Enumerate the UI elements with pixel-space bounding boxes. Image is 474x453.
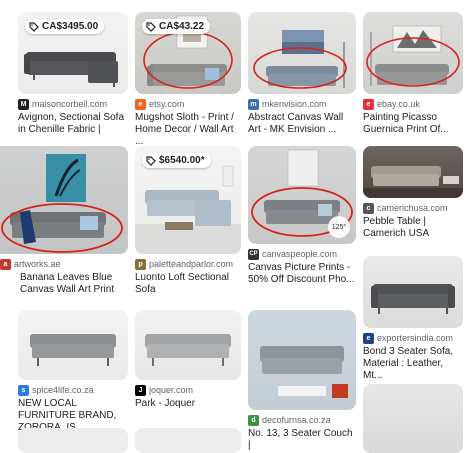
source-row[interactable]: s spice4life.co.za <box>18 384 128 396</box>
decofurnsa-favicon-icon: d <box>248 414 259 426</box>
result-image[interactable] <box>135 428 241 453</box>
result-title[interactable]: Painting Picasso Guernica Print Of... <box>363 112 463 136</box>
source-row[interactable]: e ebay.co.uk <box>363 98 463 110</box>
grey-sofa-illustration <box>30 334 116 366</box>
result-card-joquer[interactable]: J joquer.com Park - Joquer <box>135 310 241 410</box>
result-card-spice4life[interactable]: s spice4life.co.za NEW LOCAL FURNITURE B… <box>18 310 128 434</box>
result-image[interactable] <box>18 310 128 380</box>
couch-ad-illustration <box>260 346 348 398</box>
price-text: CA$3495.00 <box>42 21 99 32</box>
canvaspeople-favicon-icon: CP <box>248 248 259 260</box>
source-domain: camerichusa.com <box>377 203 448 213</box>
result-image[interactable] <box>363 256 463 328</box>
source-row[interactable]: m mkenvision.com <box>248 98 356 110</box>
rotation-badge: 125° <box>328 216 350 238</box>
result-card-partial[interactable] <box>135 428 241 453</box>
paletteandparlor-favicon-icon: p <box>135 258 146 270</box>
result-image[interactable] <box>248 310 356 410</box>
mkenvision-favicon-icon: m <box>248 98 259 110</box>
source-domain: exportersindia.com <box>377 333 454 343</box>
joquer-favicon-icon: J <box>135 384 146 396</box>
result-image[interactable] <box>18 428 128 453</box>
source-domain: mkenvision.com <box>262 99 327 109</box>
source-domain: decofurnsa.co.za <box>262 415 331 425</box>
source-domain: spice4life.co.za <box>32 385 94 395</box>
grey-sofa-illustration <box>145 334 231 366</box>
source-row[interactable]: c camerichusa.com <box>363 202 463 214</box>
artworks-favicon-icon: a <box>0 258 11 270</box>
source-domain: maisoncorbeil.com <box>32 99 108 109</box>
grey-sofa-illustration <box>371 284 455 314</box>
price-badge: CA$3495.00 <box>25 19 105 34</box>
source-domain: artworks.ae <box>14 259 61 269</box>
result-title[interactable]: Pebble Table | Camerich USA <box>363 216 463 240</box>
source-row[interactable]: CP canvaspeople.com <box>248 248 356 260</box>
result-title[interactable]: No. 13, 3 Seater Couch | <box>248 428 356 452</box>
tag-icon <box>29 21 39 32</box>
tag-icon <box>146 155 156 166</box>
source-domain: paletteandparlor.com <box>149 259 234 269</box>
result-card-maisoncorbeil[interactable]: CA$3495.00 M maisoncorbeil.com Avignon, … <box>18 12 128 136</box>
result-card-partial[interactable] <box>363 384 463 453</box>
result-title[interactable]: Luonto Loft Sectional Sofa <box>135 272 241 296</box>
price-badge: CA$43.22 <box>142 19 211 34</box>
result-card-exportersindia[interactable]: e exportersindia.com Bond 3 Seater Sofa,… <box>363 256 463 382</box>
etsy-favicon-icon: e <box>135 98 146 110</box>
result-card-decofurnsa[interactable]: d decofurnsa.co.za No. 13, 3 Seater Couc… <box>248 310 356 452</box>
result-image[interactable]: 125° <box>248 146 356 244</box>
source-row[interactable]: a artworks.ae <box>0 258 128 270</box>
source-row[interactable]: e etsy.com <box>135 98 241 110</box>
source-row[interactable]: J joquer.com <box>135 384 241 396</box>
sofa-with-art-illustration <box>253 30 347 89</box>
result-card-paletteandparlor[interactable]: $6540.00* p paletteandparlor.com Luonto … <box>135 146 241 296</box>
spice4life-favicon-icon: s <box>18 384 29 396</box>
result-image[interactable] <box>363 384 463 453</box>
exportersindia-favicon-icon: e <box>363 332 374 344</box>
source-row[interactable]: e exportersindia.com <box>363 332 463 344</box>
result-title[interactable]: Mugshot Sloth - Print / Home Decor / Wal… <box>135 112 241 148</box>
source-row[interactable]: d decofurnsa.co.za <box>248 414 356 426</box>
result-image[interactable] <box>248 12 356 94</box>
price-badge: $6540.00* <box>142 153 211 168</box>
sofa-banana-art-illustration <box>1 154 123 253</box>
source-row[interactable]: p paletteandparlor.com <box>135 258 241 270</box>
result-image[interactable] <box>135 310 241 380</box>
result-image[interactable]: $6540.00* <box>135 146 241 254</box>
result-card-canvaspeople[interactable]: 125° CP canvaspeople.com Canvas Picture … <box>248 146 356 286</box>
result-title[interactable]: Bond 3 Seater Sofa, Material : Leather, … <box>363 346 463 382</box>
source-domain: etsy.com <box>149 99 185 109</box>
result-card-partial[interactable] <box>18 428 128 453</box>
price-text: CA$43.22 <box>159 21 205 32</box>
result-title[interactable]: Banana Leaves Blue Canvas Wall Art Print <box>0 272 128 296</box>
source-domain: canvaspeople.com <box>262 249 338 259</box>
ebay-favicon-icon: e <box>363 98 374 110</box>
result-card-camerichusa[interactable]: c camerichusa.com Pebble Table | Cameric… <box>363 146 463 240</box>
result-card-etsy[interactable]: CA$43.22 e etsy.com Mugshot Sloth - Prin… <box>135 12 241 148</box>
living-room-illustration <box>363 166 463 198</box>
result-image[interactable]: CA$3495.00 <box>18 12 128 94</box>
result-title[interactable]: Abstract Canvas Wall Art - MK Envision .… <box>248 112 356 136</box>
source-row[interactable]: M maisoncorbeil.com <box>18 98 128 110</box>
result-card-artworks[interactable]: a artworks.ae Banana Leaves Blue Canvas … <box>0 146 128 296</box>
result-image[interactable]: CA$43.22 <box>135 12 241 94</box>
result-image[interactable] <box>363 146 463 198</box>
sofa-with-painting-illustration <box>366 25 460 87</box>
maisoncorbeil-favicon-icon: M <box>18 98 29 110</box>
result-image[interactable] <box>363 12 463 94</box>
result-title[interactable]: Park - Joquer <box>135 398 241 410</box>
result-card-ebay[interactable]: e ebay.co.uk Painting Picasso Guernica P… <box>363 12 463 136</box>
result-card-mkenvision[interactable]: m mkenvision.com Abstract Canvas Wall Ar… <box>248 12 356 136</box>
result-title[interactable]: Canvas Picture Prints - 50% Off Discount… <box>248 262 356 286</box>
source-domain: ebay.co.uk <box>377 99 420 109</box>
tag-icon <box>146 21 156 32</box>
source-domain: joquer.com <box>149 385 194 395</box>
price-text: $6540.00* <box>159 155 205 166</box>
camerichusa-favicon-icon: c <box>363 202 374 214</box>
result-title[interactable]: Avignon, Sectional Sofa in Chenille Fabr… <box>18 112 128 136</box>
result-image[interactable] <box>0 146 128 254</box>
